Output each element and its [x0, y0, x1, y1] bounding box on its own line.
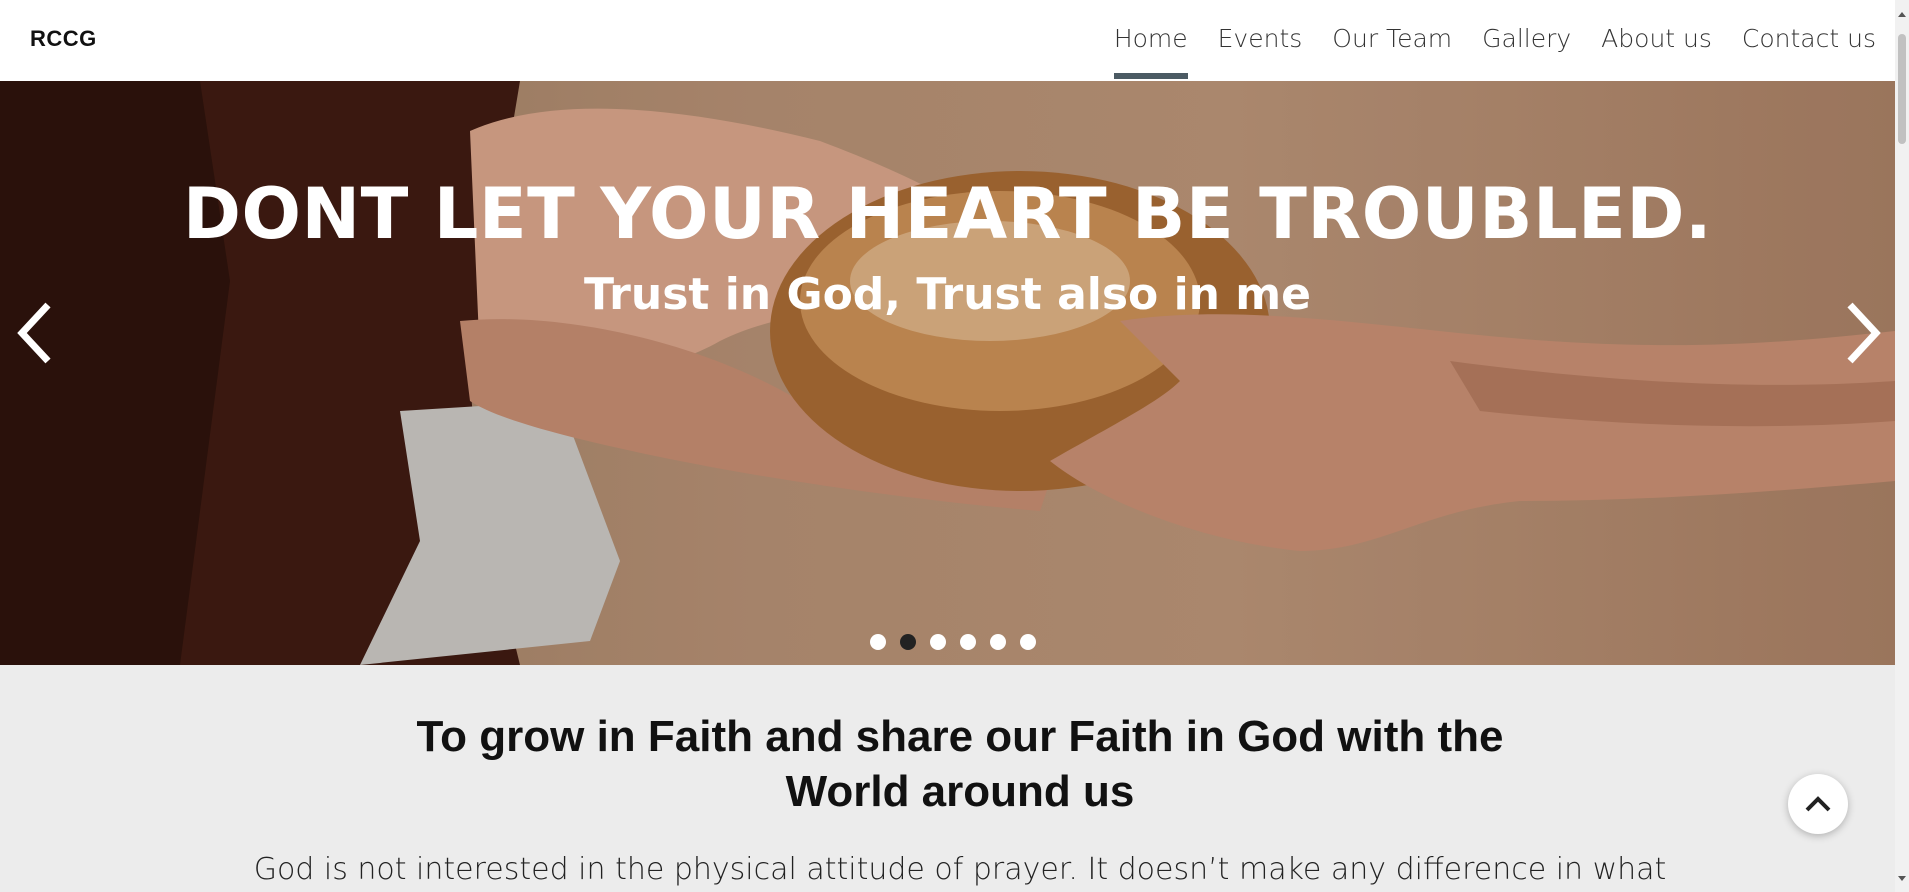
hero-background-image — [0, 81, 1895, 665]
page: RCCG Home Events Our Team Gallery About … — [0, 0, 1909, 892]
nav-item-about-us[interactable]: About us — [1601, 0, 1712, 81]
carousel-dot[interactable] — [1020, 634, 1036, 650]
carousel-prev-button[interactable] — [8, 293, 60, 373]
mission-section: To grow in Faith and share our Faith in … — [0, 665, 1895, 892]
navbar: RCCG Home Events Our Team Gallery About … — [0, 0, 1895, 81]
nav-item-events[interactable]: Events — [1218, 0, 1303, 81]
hero-carousel: DONT LET YOUR HEART BE TROUBLED. Trust i… — [0, 81, 1895, 665]
page-scrollbar[interactable] — [1895, 0, 1909, 892]
scrollbar-thumb[interactable] — [1898, 34, 1906, 144]
intro-paragraph: God is not interested in the physical at… — [253, 852, 1667, 887]
chevron-right-icon — [1847, 302, 1881, 364]
nav-item-home[interactable]: Home — [1113, 0, 1188, 81]
nav-item-contact-us[interactable]: Contact us — [1742, 0, 1876, 81]
carousel-dot[interactable] — [870, 634, 886, 650]
main-nav: Home Events Our Team Gallery About us Co… — [1099, 0, 1891, 81]
chevron-up-icon — [1805, 796, 1831, 812]
hero-subtitle: Trust in God, Trust also in me — [583, 269, 1311, 320]
carousel-indicators — [870, 634, 1050, 650]
nav-item-our-team[interactable]: Our Team — [1332, 0, 1452, 81]
carousel-next-button[interactable] — [1838, 293, 1890, 373]
hero-title: DONT LET YOUR HEART BE TROUBLED. — [182, 173, 1713, 255]
scroll-to-top-button[interactable] — [1788, 774, 1848, 834]
carousel-dot[interactable] — [990, 634, 1006, 650]
nav-item-gallery[interactable]: Gallery — [1482, 0, 1571, 81]
mission-heading: To grow in Faith and share our Faith in … — [416, 712, 1504, 816]
brand-logo[interactable]: RCCG — [30, 26, 97, 52]
chevron-left-icon — [17, 302, 51, 364]
scroll-down-arrow-icon[interactable] — [1898, 876, 1906, 881]
scroll-up-arrow-icon[interactable] — [1898, 12, 1906, 17]
carousel-dot-active[interactable] — [900, 634, 916, 650]
carousel-dot[interactable] — [930, 634, 946, 650]
carousel-dot[interactable] — [960, 634, 976, 650]
